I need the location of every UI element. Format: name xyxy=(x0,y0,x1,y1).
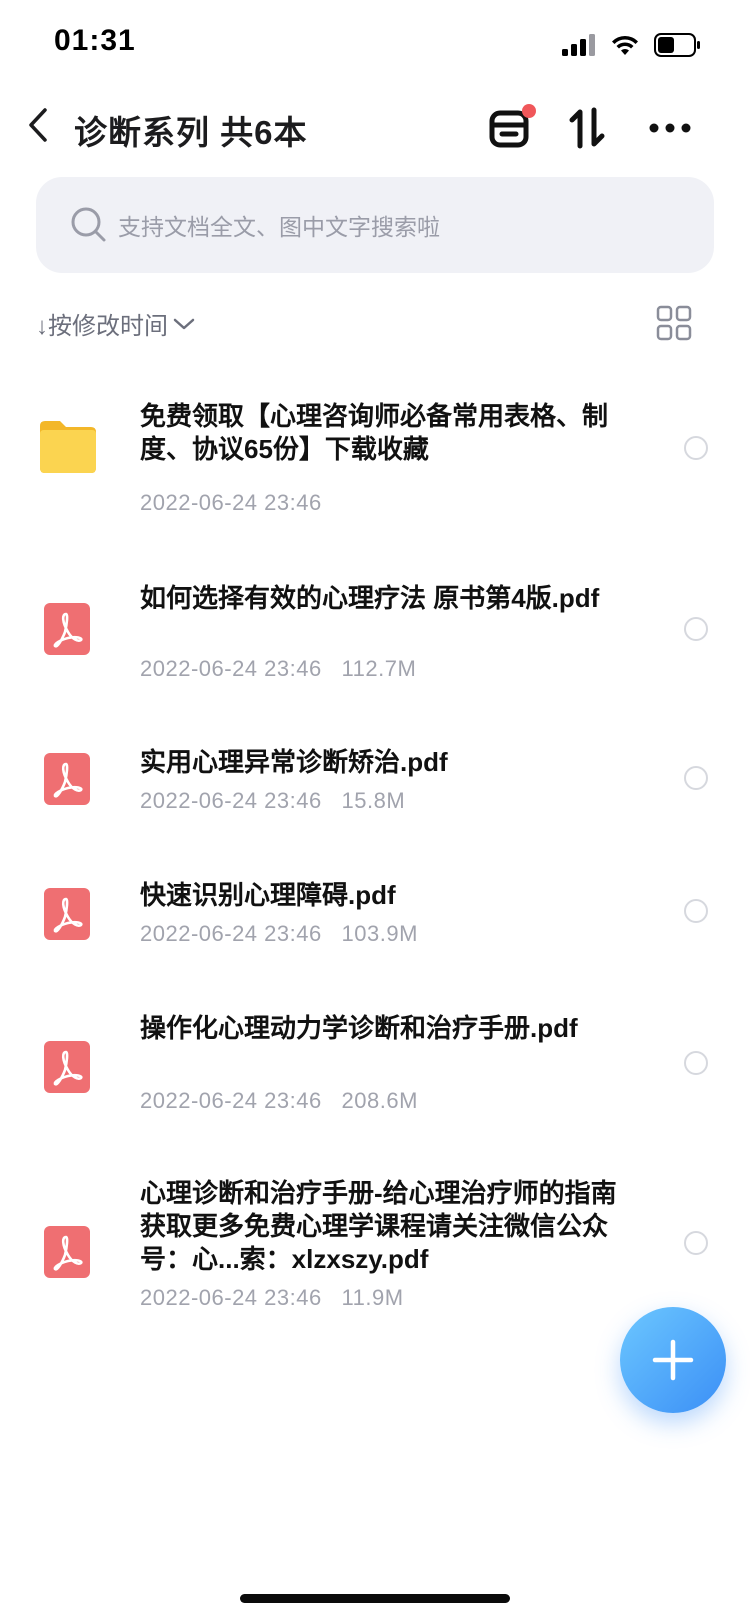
select-checkbox[interactable] xyxy=(684,436,708,460)
file-meta: 2022-06-24 23:46 11.9M xyxy=(140,1285,404,1311)
file-meta: 2022-06-24 23:46 208.6M xyxy=(140,1088,418,1114)
grid-view-icon xyxy=(656,305,692,341)
inbox-tray-icon xyxy=(489,104,536,148)
select-checkbox[interactable] xyxy=(684,1231,708,1255)
sort-arrows-icon xyxy=(569,107,605,149)
file-name: 实用心理异常诊断矫治.pdf xyxy=(140,747,448,777)
recent-inbox-button[interactable] xyxy=(484,100,540,156)
status-time: 01:31 xyxy=(54,24,136,57)
folder-icon xyxy=(40,421,96,473)
pdf-file-icon xyxy=(44,603,90,655)
select-checkbox[interactable] xyxy=(684,1051,708,1075)
pdf-file-icon xyxy=(44,1226,90,1278)
file-meta: 2022-06-24 23:46 15.8M xyxy=(140,788,405,814)
file-size: 103.9M xyxy=(341,921,418,946)
wifi-icon xyxy=(612,35,638,55)
list-item[interactable]: 免费领取【心理咨询师必备常用表格、制度、协议65份】下载收藏 2022-06-2… xyxy=(0,380,750,540)
pdf-file-icon xyxy=(44,1041,90,1093)
pdf-file-icon xyxy=(44,888,90,940)
file-name: 快速识别心理障碍.pdf xyxy=(140,880,396,910)
home-indicator xyxy=(240,1594,510,1603)
chevron-left-icon xyxy=(29,108,47,142)
file-size: 112.7M xyxy=(341,656,417,681)
select-checkbox[interactable] xyxy=(684,617,708,641)
file-size: 15.8M xyxy=(341,788,406,813)
chevron-down-icon xyxy=(173,318,195,329)
sort-order-button[interactable] xyxy=(560,100,616,156)
sort-dropdown[interactable]: ↓按修改时间 xyxy=(36,306,196,341)
battery-icon xyxy=(654,33,700,57)
file-date: 2022-06-24 23:46 xyxy=(140,1088,322,1113)
file-name: 如何选择有效的心理疗法 原书第4版.pdf xyxy=(140,583,600,613)
search-placeholder: 支持文档全文、图中文字搜索啦 xyxy=(118,214,440,240)
plus-icon xyxy=(652,1339,694,1381)
file-size: 11.9M xyxy=(341,1285,404,1310)
list-item[interactable]: 快速识别心理障碍.pdf 2022-06-24 23:46 103.9M xyxy=(0,875,750,975)
cellular-signal-icon xyxy=(562,34,595,56)
back-button[interactable] xyxy=(18,100,58,150)
file-date: 2022-06-24 23:46 xyxy=(140,1285,322,1310)
file-date: 2022-06-24 23:46 xyxy=(140,490,322,515)
file-name: 操作化心理动力学诊断和治疗手册.pdf xyxy=(140,1013,578,1043)
file-name: 免费领取【心理咨询师必备常用表格、制度、协议65份】下载收藏 xyxy=(140,401,609,464)
file-date: 2022-06-24 23:46 xyxy=(140,656,322,681)
list-item[interactable]: 操作化心理动力学诊断和治疗手册.pdf 2022-06-24 23:46 208… xyxy=(0,1010,750,1140)
file-date: 2022-06-24 23:46 xyxy=(140,921,322,946)
file-meta: 2022-06-24 23:46 xyxy=(140,490,322,516)
grid-view-button[interactable] xyxy=(656,305,692,341)
search-input[interactable]: 支持文档全文、图中文字搜索啦 xyxy=(36,177,714,273)
list-item[interactable]: 实用心理异常诊断矫治.pdf 2022-06-24 23:46 15.8M xyxy=(0,740,750,840)
file-meta: 2022-06-24 23:46 103.9M xyxy=(140,921,418,947)
select-checkbox[interactable] xyxy=(684,899,708,923)
pdf-file-icon xyxy=(44,753,90,805)
file-date: 2022-06-24 23:46 xyxy=(140,788,322,813)
file-name: 心理诊断和治疗手册-给心理治疗师的指南 获取更多免费心理学课程请关注微信公众号：… xyxy=(140,1178,617,1274)
sort-label: ↓按修改时间 xyxy=(36,313,168,340)
file-meta: 2022-06-24 23:46 112.7M xyxy=(140,656,416,682)
more-button[interactable] xyxy=(642,100,698,156)
search-icon xyxy=(71,207,106,242)
status-icons xyxy=(562,30,702,60)
file-size: 208.6M xyxy=(341,1088,418,1113)
select-checkbox[interactable] xyxy=(684,766,708,790)
notification-dot xyxy=(522,104,536,118)
page-title: 诊断系列 共6本 xyxy=(74,114,308,151)
more-dots-icon xyxy=(649,123,691,133)
add-button[interactable] xyxy=(620,1307,726,1413)
list-item[interactable]: 如何选择有效的心理疗法 原书第4版.pdf 2022-06-24 23:46 1… xyxy=(0,570,750,700)
